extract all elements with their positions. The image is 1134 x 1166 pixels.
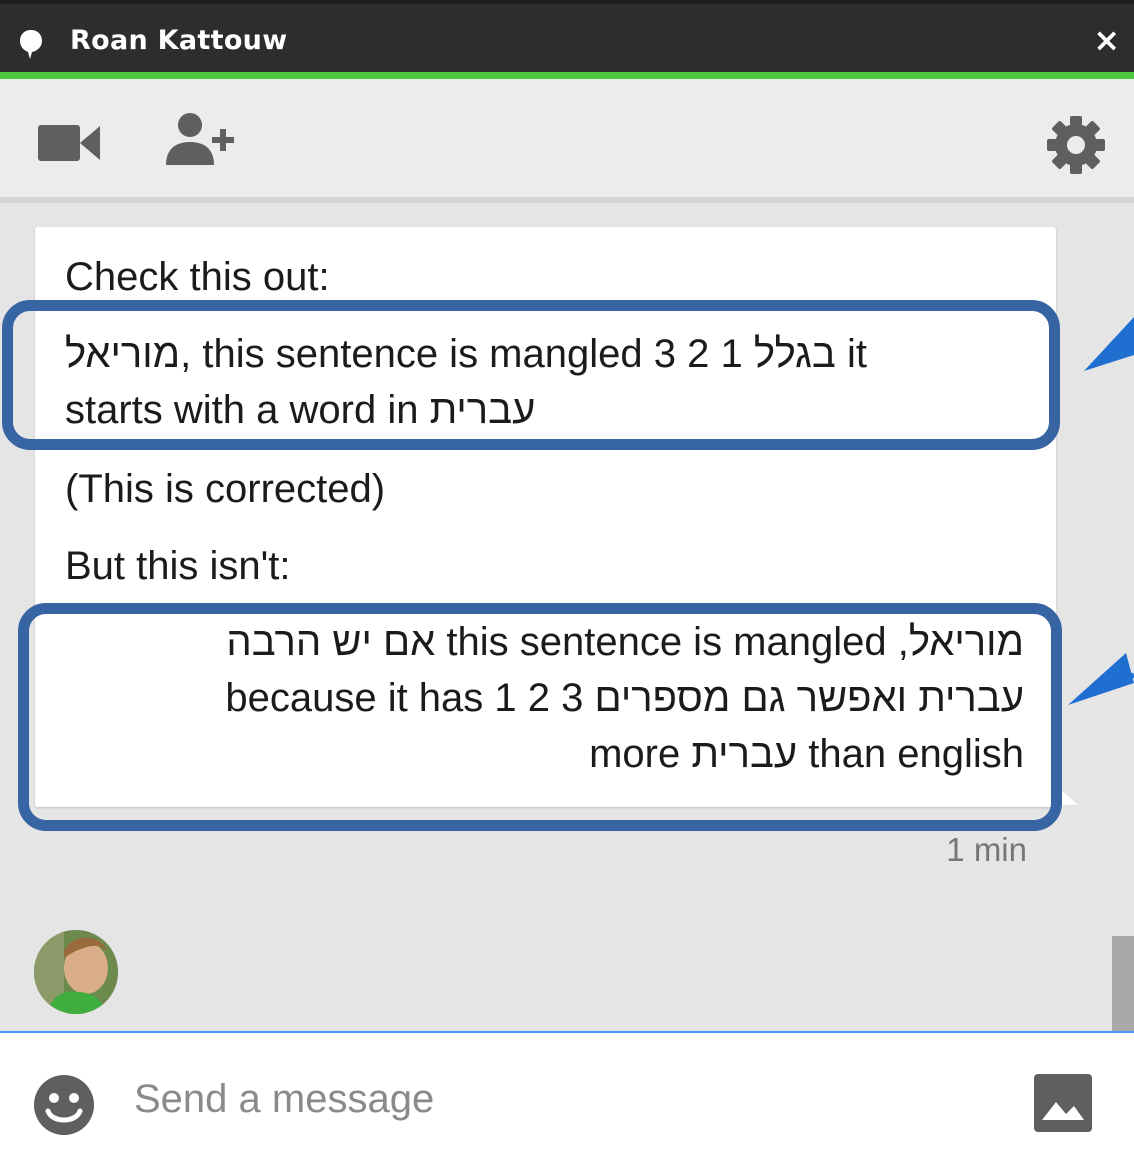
message-line: (This is corrected) (65, 467, 386, 511)
annotation-arrow-icon (1084, 317, 1134, 371)
message-input[interactable] (132, 1063, 996, 1135)
user-photo-icon (34, 930, 118, 1014)
emoji-icon[interactable] (32, 1073, 96, 1137)
message-line: But this isn't: (65, 544, 291, 588)
highlight-box-mangled (18, 603, 1062, 831)
avatar (34, 930, 118, 1014)
chat-bubble-icon (20, 30, 42, 59)
chat-window-titlebar: Roan Kattouw × (0, 0, 1134, 79)
message-timestamp: 1 min (946, 831, 1027, 868)
chat-history: Check this out: מוריאל, this sentence is… (0, 203, 1134, 1031)
video-camera-icon[interactable] (38, 123, 100, 163)
annotation-arrow-icon (1068, 653, 1134, 705)
highlight-box-corrected (2, 300, 1060, 450)
add-person-icon[interactable] (164, 111, 242, 167)
chat-toolbar (0, 79, 1134, 203)
insert-image-icon[interactable] (1034, 1074, 1092, 1132)
window-title: Roan Kattouw (70, 25, 288, 56)
gear-icon[interactable] (1046, 115, 1106, 175)
scrollbar-thumb[interactable] (1112, 936, 1134, 1031)
close-button[interactable]: × (1093, 24, 1120, 56)
message-line: Check this out: (65, 255, 330, 299)
message-composer (0, 1031, 1134, 1166)
titlebar-accent-line (0, 72, 1134, 79)
